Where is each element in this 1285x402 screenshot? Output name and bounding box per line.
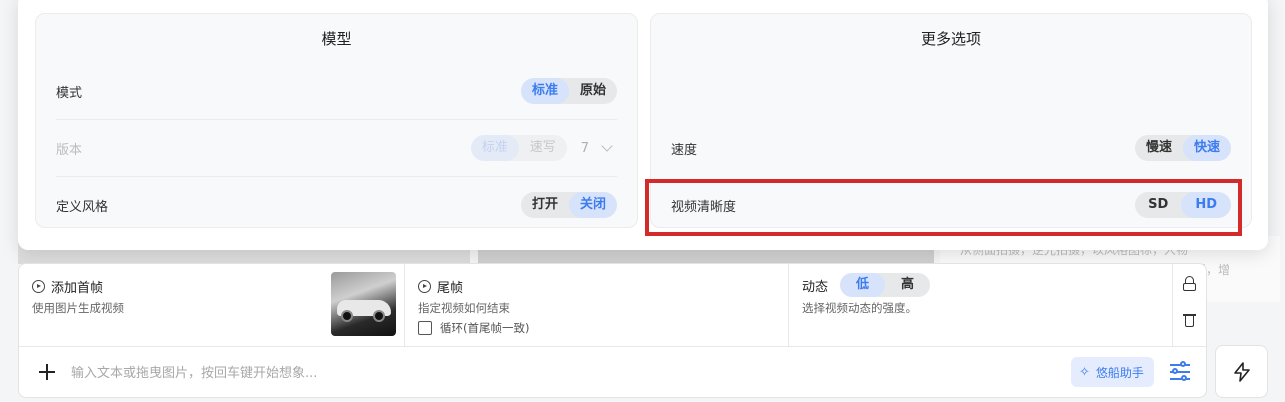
motion-cell: 动态 低 高 选择视频动态的强度。 (789, 264, 1173, 346)
wheel-shape (373, 310, 385, 322)
style-label: 定义风格 (56, 199, 109, 215)
assistant-button[interactable]: ✧ 悠船助手 (1071, 357, 1154, 387)
loop-option[interactable]: 循环(首尾帧一致) (418, 320, 529, 336)
resolution-highlight-box (645, 179, 1242, 236)
first-frame-cell[interactable]: 添加首帧 使用图片生成视频 (19, 264, 405, 346)
speed-option-slow[interactable]: 慢速 (1135, 135, 1183, 161)
version-option-standard: 标准 (470, 135, 519, 161)
plus-icon[interactable] (39, 364, 55, 380)
speed-label: 速度 (671, 142, 698, 158)
motion-row: 动态 低 高 (802, 273, 931, 297)
style-toggle: 打开 关闭 (520, 192, 617, 218)
style-option-off[interactable]: 关闭 (568, 192, 617, 218)
version-number: 7 (580, 140, 589, 156)
motion-label: 动态 (802, 279, 829, 295)
loop-label: 循环(首尾帧一致) (440, 321, 530, 335)
version-toggle: 标准 速写 (470, 135, 567, 161)
prompt-input[interactable] (71, 361, 971, 385)
last-frame-cell[interactable]: 尾帧 指定视频如何结束 循环(首尾帧一致) (405, 264, 789, 346)
play-circle-icon (418, 280, 431, 293)
loop-checkbox[interactable] (418, 321, 432, 335)
lightning-icon (1233, 361, 1250, 382)
last-frame-title: 尾帧 (418, 277, 463, 296)
first-frame-title: 添加首帧 (32, 277, 103, 296)
more-options-title: 更多选项 (920, 30, 981, 48)
frame-actions (1173, 264, 1207, 346)
generate-button[interactable] (1215, 345, 1268, 398)
last-frame-desc: 指定视频如何结束 (418, 301, 510, 315)
version-row: 版本 标准 速写 7 (56, 135, 617, 161)
model-panel: 模型 模式 标准 原始 版本 标准 速写 7 定义风格 打开 关闭 (35, 13, 638, 228)
style-row: 定义风格 打开 关闭 (56, 192, 617, 218)
style-option-on[interactable]: 打开 (521, 192, 569, 218)
mode-row: 模式 标准 原始 (56, 78, 617, 104)
model-panel-title: 模型 (321, 30, 352, 48)
mode-label: 模式 (56, 85, 83, 101)
prompt-input-row: ✧ 悠船助手 (19, 346, 1206, 398)
assistant-label: 悠船助手 (1095, 365, 1144, 380)
version-label: 版本 (56, 142, 83, 158)
wheel-shape (341, 310, 353, 322)
mode-option-raw[interactable]: 原始 (569, 78, 617, 104)
speed-option-fast[interactable]: 快速 (1182, 135, 1231, 161)
mode-toggle: 标准 原始 (520, 78, 617, 104)
first-frame-thumbnail[interactable] (331, 272, 396, 336)
trash-icon[interactable] (1182, 312, 1198, 328)
divider (56, 119, 617, 120)
first-frame-label: 添加首帧 (51, 281, 104, 296)
sliders-icon[interactable] (1169, 361, 1191, 383)
last-frame-label: 尾帧 (437, 281, 464, 296)
motion-option-high[interactable]: 高 (885, 273, 930, 297)
divider (56, 176, 617, 177)
motion-toggle: 低 高 (840, 273, 931, 297)
speed-row: 速度 慢速 快速 (671, 135, 1231, 161)
chevron-down-icon (601, 140, 613, 152)
mode-option-standard[interactable]: 标准 (520, 78, 569, 104)
version-controls: 标准 速写 7 (470, 135, 617, 161)
lock-icon[interactable] (1182, 276, 1198, 292)
play-circle-icon (32, 280, 45, 293)
speed-toggle: 慢速 快速 (1134, 135, 1231, 161)
first-frame-desc: 使用图片生成视频 (32, 301, 124, 315)
motion-option-low[interactable]: 低 (840, 273, 886, 297)
prompt-composer: 添加首帧 使用图片生成视频 尾帧 指定视频如何结束 循环(首尾帧一致) 动态 低… (18, 263, 1207, 398)
motion-desc: 选择视频动态的强度。 (802, 301, 917, 315)
sparkle-icon: ✧ (1079, 364, 1090, 380)
version-option-sketch: 速写 (529, 140, 556, 155)
